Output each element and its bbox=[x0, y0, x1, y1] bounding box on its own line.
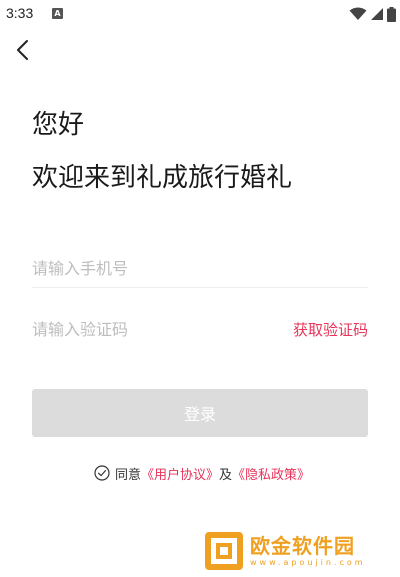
get-code-button[interactable]: 获取验证码 bbox=[293, 319, 368, 340]
back-button[interactable] bbox=[12, 38, 34, 62]
status-icons bbox=[349, 6, 396, 22]
agreement-conjunction: 及 bbox=[219, 467, 233, 483]
watermark-logo-icon bbox=[205, 532, 243, 570]
phone-field bbox=[32, 248, 368, 288]
privacy-policy-link[interactable]: 《隐私政策》 bbox=[232, 464, 310, 483]
signal-icon bbox=[371, 8, 383, 20]
agreement-prefix: 同意 bbox=[115, 467, 142, 483]
code-field: 获取验证码 bbox=[32, 309, 368, 349]
battery-icon bbox=[387, 6, 396, 22]
watermark-title: 欧金软件园 bbox=[250, 534, 355, 558]
login-button[interactable]: 登录 bbox=[32, 389, 368, 437]
user-agreement-link[interactable]: 《用户协议》 bbox=[141, 464, 219, 483]
checkbox-icon[interactable] bbox=[94, 465, 110, 481]
watermark: 欧金软件园 www.apoujin.com bbox=[204, 529, 366, 573]
a-notification-icon: A bbox=[52, 8, 63, 19]
status-bar: 3:33 A bbox=[0, 0, 400, 28]
watermark-url: www.apoujin.com bbox=[250, 558, 366, 567]
status-time: 3:33 bbox=[6, 5, 34, 21]
wifi-icon bbox=[349, 7, 367, 20]
welcome-title: 欢迎来到礼成旅行婚礼 bbox=[32, 163, 293, 193]
agreement-row: 同意 《用户协议》 及 《隐私政策》 bbox=[94, 463, 310, 483]
chevron-left-icon bbox=[17, 40, 28, 60]
phone-input[interactable] bbox=[32, 248, 272, 288]
verification-code-input[interactable] bbox=[32, 309, 272, 349]
greeting-title: 您好 bbox=[32, 110, 85, 140]
